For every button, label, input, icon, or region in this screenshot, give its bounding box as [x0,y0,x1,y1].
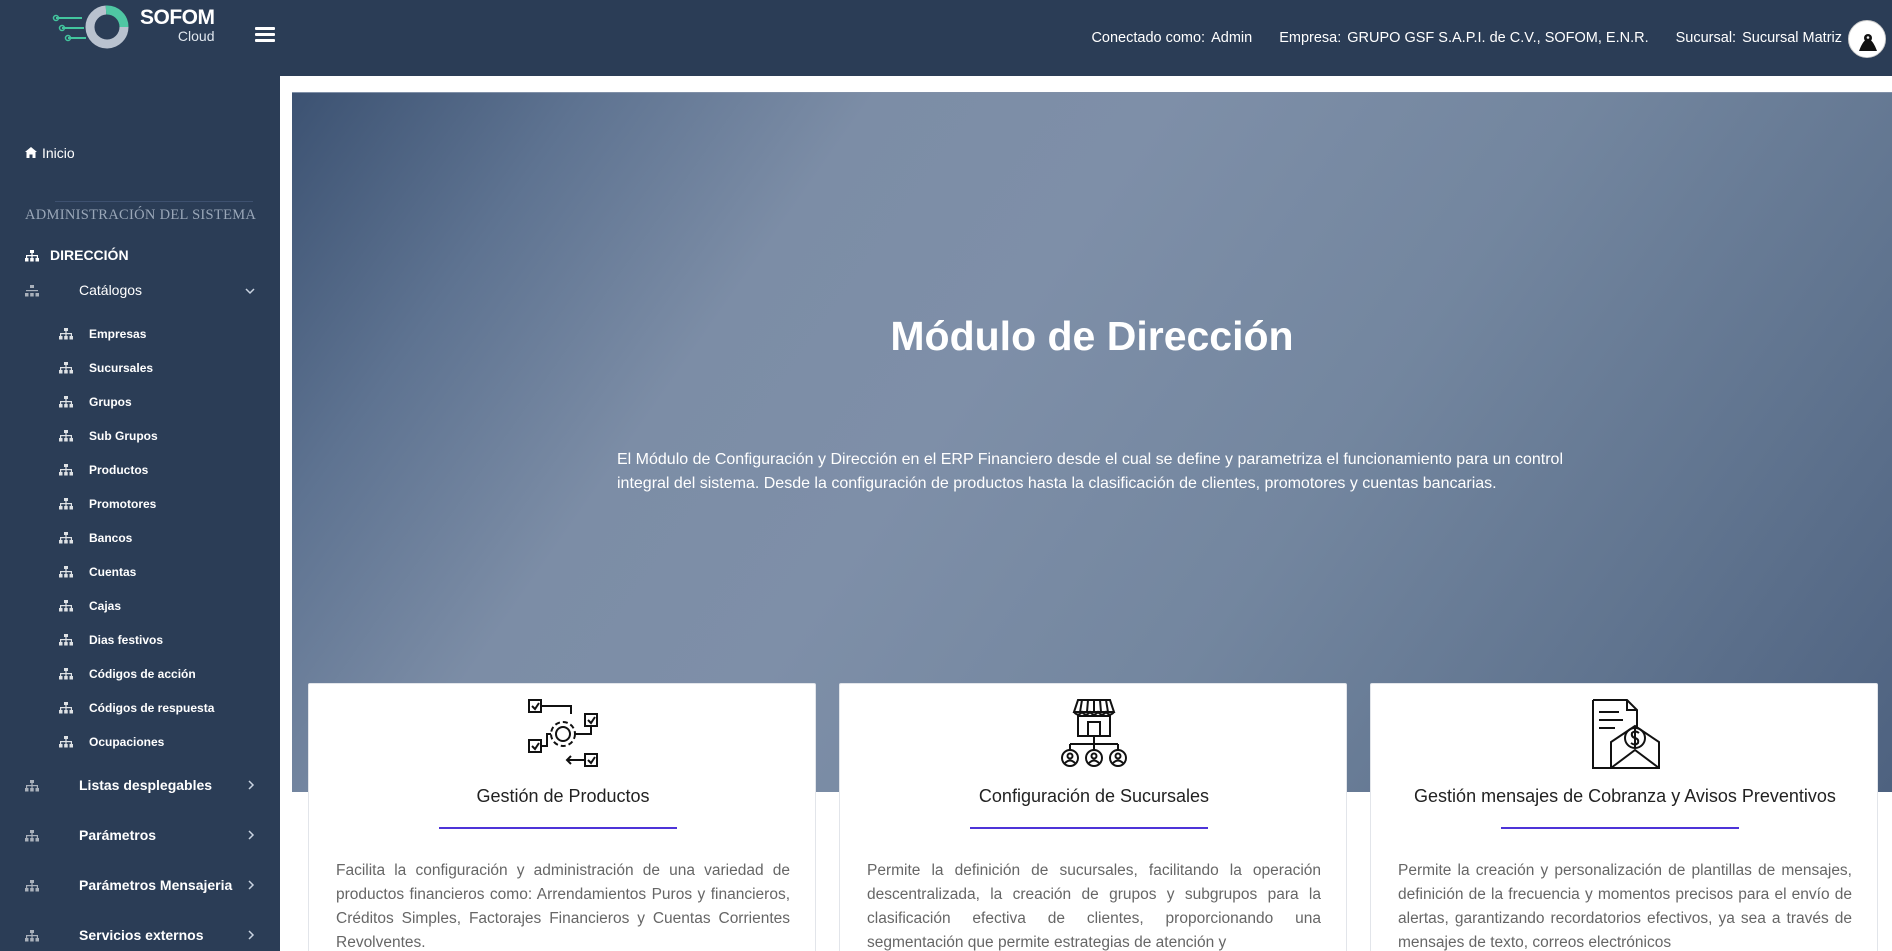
chevron-down-icon [245,283,255,298]
sidebar-item-direccion[interactable]: DIRECCIÓN [25,247,129,263]
divider [55,201,253,202]
sitemap-icon [59,600,73,612]
sidebar-item-label: Productos [89,463,149,477]
sidebar-item-catalogos[interactable]: Catálogos [25,282,255,298]
hero-description: El Módulo de Configuración y Dirección e… [617,451,1564,492]
sidebar-subitem-promotores[interactable]: Promotores [59,497,156,511]
store-network-icon [1058,698,1130,770]
sidebar-item-label: Inicio [42,145,75,161]
sidebar-item-label: Bancos [89,531,133,545]
page-title: Módulo de Dirección [890,313,1294,359]
company-info: Empresa: GRUPO GSF S.A.P.I. de C.V., SOFO… [1279,30,1649,46]
card-title: Configuración de Sucursales [978,786,1210,806]
sidebar-item-label: Cuentas [89,565,137,579]
sitemap-icon [25,829,39,842]
sidebar-subitem-empresas[interactable]: Empresas [59,327,146,341]
chevron-right-icon [248,878,255,893]
brand-sub: Cloud [177,28,215,44]
sitemap-icon [59,668,73,680]
card-productos[interactable]: Gestión de Productos Facilita la configu… [308,683,816,951]
card-cobranza[interactable]: Gestión mensajes de Cobranza y Avisos Pr… [1370,683,1878,951]
card-underline [1501,827,1739,829]
card-text: Permite la creación y personalización de… [1398,862,1852,951]
main-content: Módulo de Dirección El Módulo de Configu… [280,76,1892,951]
sitemap-icon [59,362,73,374]
sitemap-icon [59,464,73,476]
sidebar-item-label: Listas desplegables [79,777,213,793]
sidebar-group-4[interactable]: Servicios externos [25,927,255,943]
sidebar-subitem-sucursales[interactable]: Sucursales [59,361,153,375]
sitemap-icon [59,566,73,578]
sitemap-icon [59,736,73,748]
sitemap-icon [59,498,73,510]
sitemap-icon [25,284,39,297]
sidebar-group-3[interactable]: Parámetros Mensajeria [25,877,255,893]
sidebar-item-label: Parámetros [79,827,157,843]
chevron-right-icon [248,828,255,843]
sidebar-item-label: Parámetros Mensajeria [79,877,233,893]
sitemap-icon [25,249,39,262]
sidebar-subitem-cajas[interactable]: Cajas [59,599,121,613]
card-title: Gestión de Productos [476,786,650,806]
top-bar: SOFOM Cloud Conectado como: Admin Empresa… [0,0,1892,76]
card-sucursales[interactable]: Configuración de Sucursales Permite la d… [839,683,1347,951]
home-icon [25,145,37,161]
sidebar-item-label: Sucursales [89,361,154,375]
sitemap-icon [25,929,39,942]
chevron-right-icon [248,928,255,943]
sidebar-subitem-bancos[interactable]: Bancos [59,531,132,545]
sitemap-icon [59,396,73,408]
sitemap-icon [59,328,73,340]
sidebar-item-label: Servicios externos [79,927,204,943]
chevron-right-icon [248,778,255,793]
sidebar-subitem-ocupaciones[interactable]: Ocupaciones [59,735,164,749]
invoice-envelope-icon [1589,698,1661,770]
sidebar-subitem-dias-festivos[interactable]: Dias festivos [59,633,163,647]
card-title: Gestión mensajes de Cobranza y Avisos Pr… [1414,786,1836,806]
sidebar-item-label: Catálogos [79,282,143,298]
logo-mark-icon [48,4,136,50]
sidebar-subitem-productos[interactable]: Productos [59,463,148,477]
sitemap-icon [59,532,73,544]
sidebar-section-heading: ADMINISTRACIÓN DEL SISTEMA [25,207,257,223]
sidebar-item-label: Dias festivos [89,633,164,647]
sitemap-icon [25,879,39,892]
card-underline [970,827,1208,829]
card-underline [439,827,677,829]
card-text: Facilita la configuración y administraci… [336,862,790,951]
connected-info: Conectado como: Admin [1091,30,1253,46]
sidebar-item-label: Sub Grupos [89,429,158,443]
sidebar-group-1[interactable]: Listas desplegables [25,777,255,793]
session-info: Conectado como: Admin Empresa: GRUPO GSF S… [1064,0,1842,76]
sidebar-item-label: Códigos de respuesta [89,701,215,715]
sidebar-item-label: Códigos de acción [89,667,196,681]
sitemap-icon [25,779,39,792]
sidebar-item-label: DIRECCIÓN [50,247,129,263]
sidebar-item-label: Promotores [89,497,157,511]
sidebar-group-2[interactable]: Parámetros [25,827,255,843]
sidebar: Inicio ADMINISTRACIÓN DEL SISTEMA DIRECC… [0,76,280,951]
menu-toggle-icon[interactable] [255,27,275,43]
sitemap-icon [59,430,73,442]
branch-info: Sucursal: Sucursal Matriz [1675,30,1842,46]
sitemap-icon [59,702,73,714]
brand-logo[interactable]: SOFOM Cloud [48,4,218,50]
sidebar-subitem-códigos-de-acción[interactable]: Códigos de acción [59,667,196,681]
sidebar-subitem-códigos-de-respuesta[interactable]: Códigos de respuesta [59,701,214,715]
sidebar-item-label: Cajas [89,599,122,613]
sidebar-item-home[interactable]: Inicio [25,145,75,161]
settings-flow-icon [527,698,599,770]
sidebar-item-label: Ocupaciones [89,735,165,749]
card-text: Permite la definición de sucursales, fac… [867,862,1321,951]
user-avatar[interactable] [1848,20,1886,58]
brand-name: SOFOM Cloud [140,6,215,44]
sidebar-subitem-grupos[interactable]: Grupos [59,395,132,409]
sitemap-icon [59,634,73,646]
sidebar-subitem-sub-grupos[interactable]: Sub Grupos [59,429,158,443]
sidebar-item-label: Empresas [89,327,147,341]
sidebar-subitem-cuentas[interactable]: Cuentas [59,565,136,579]
sidebar-item-label: Grupos [89,395,132,409]
